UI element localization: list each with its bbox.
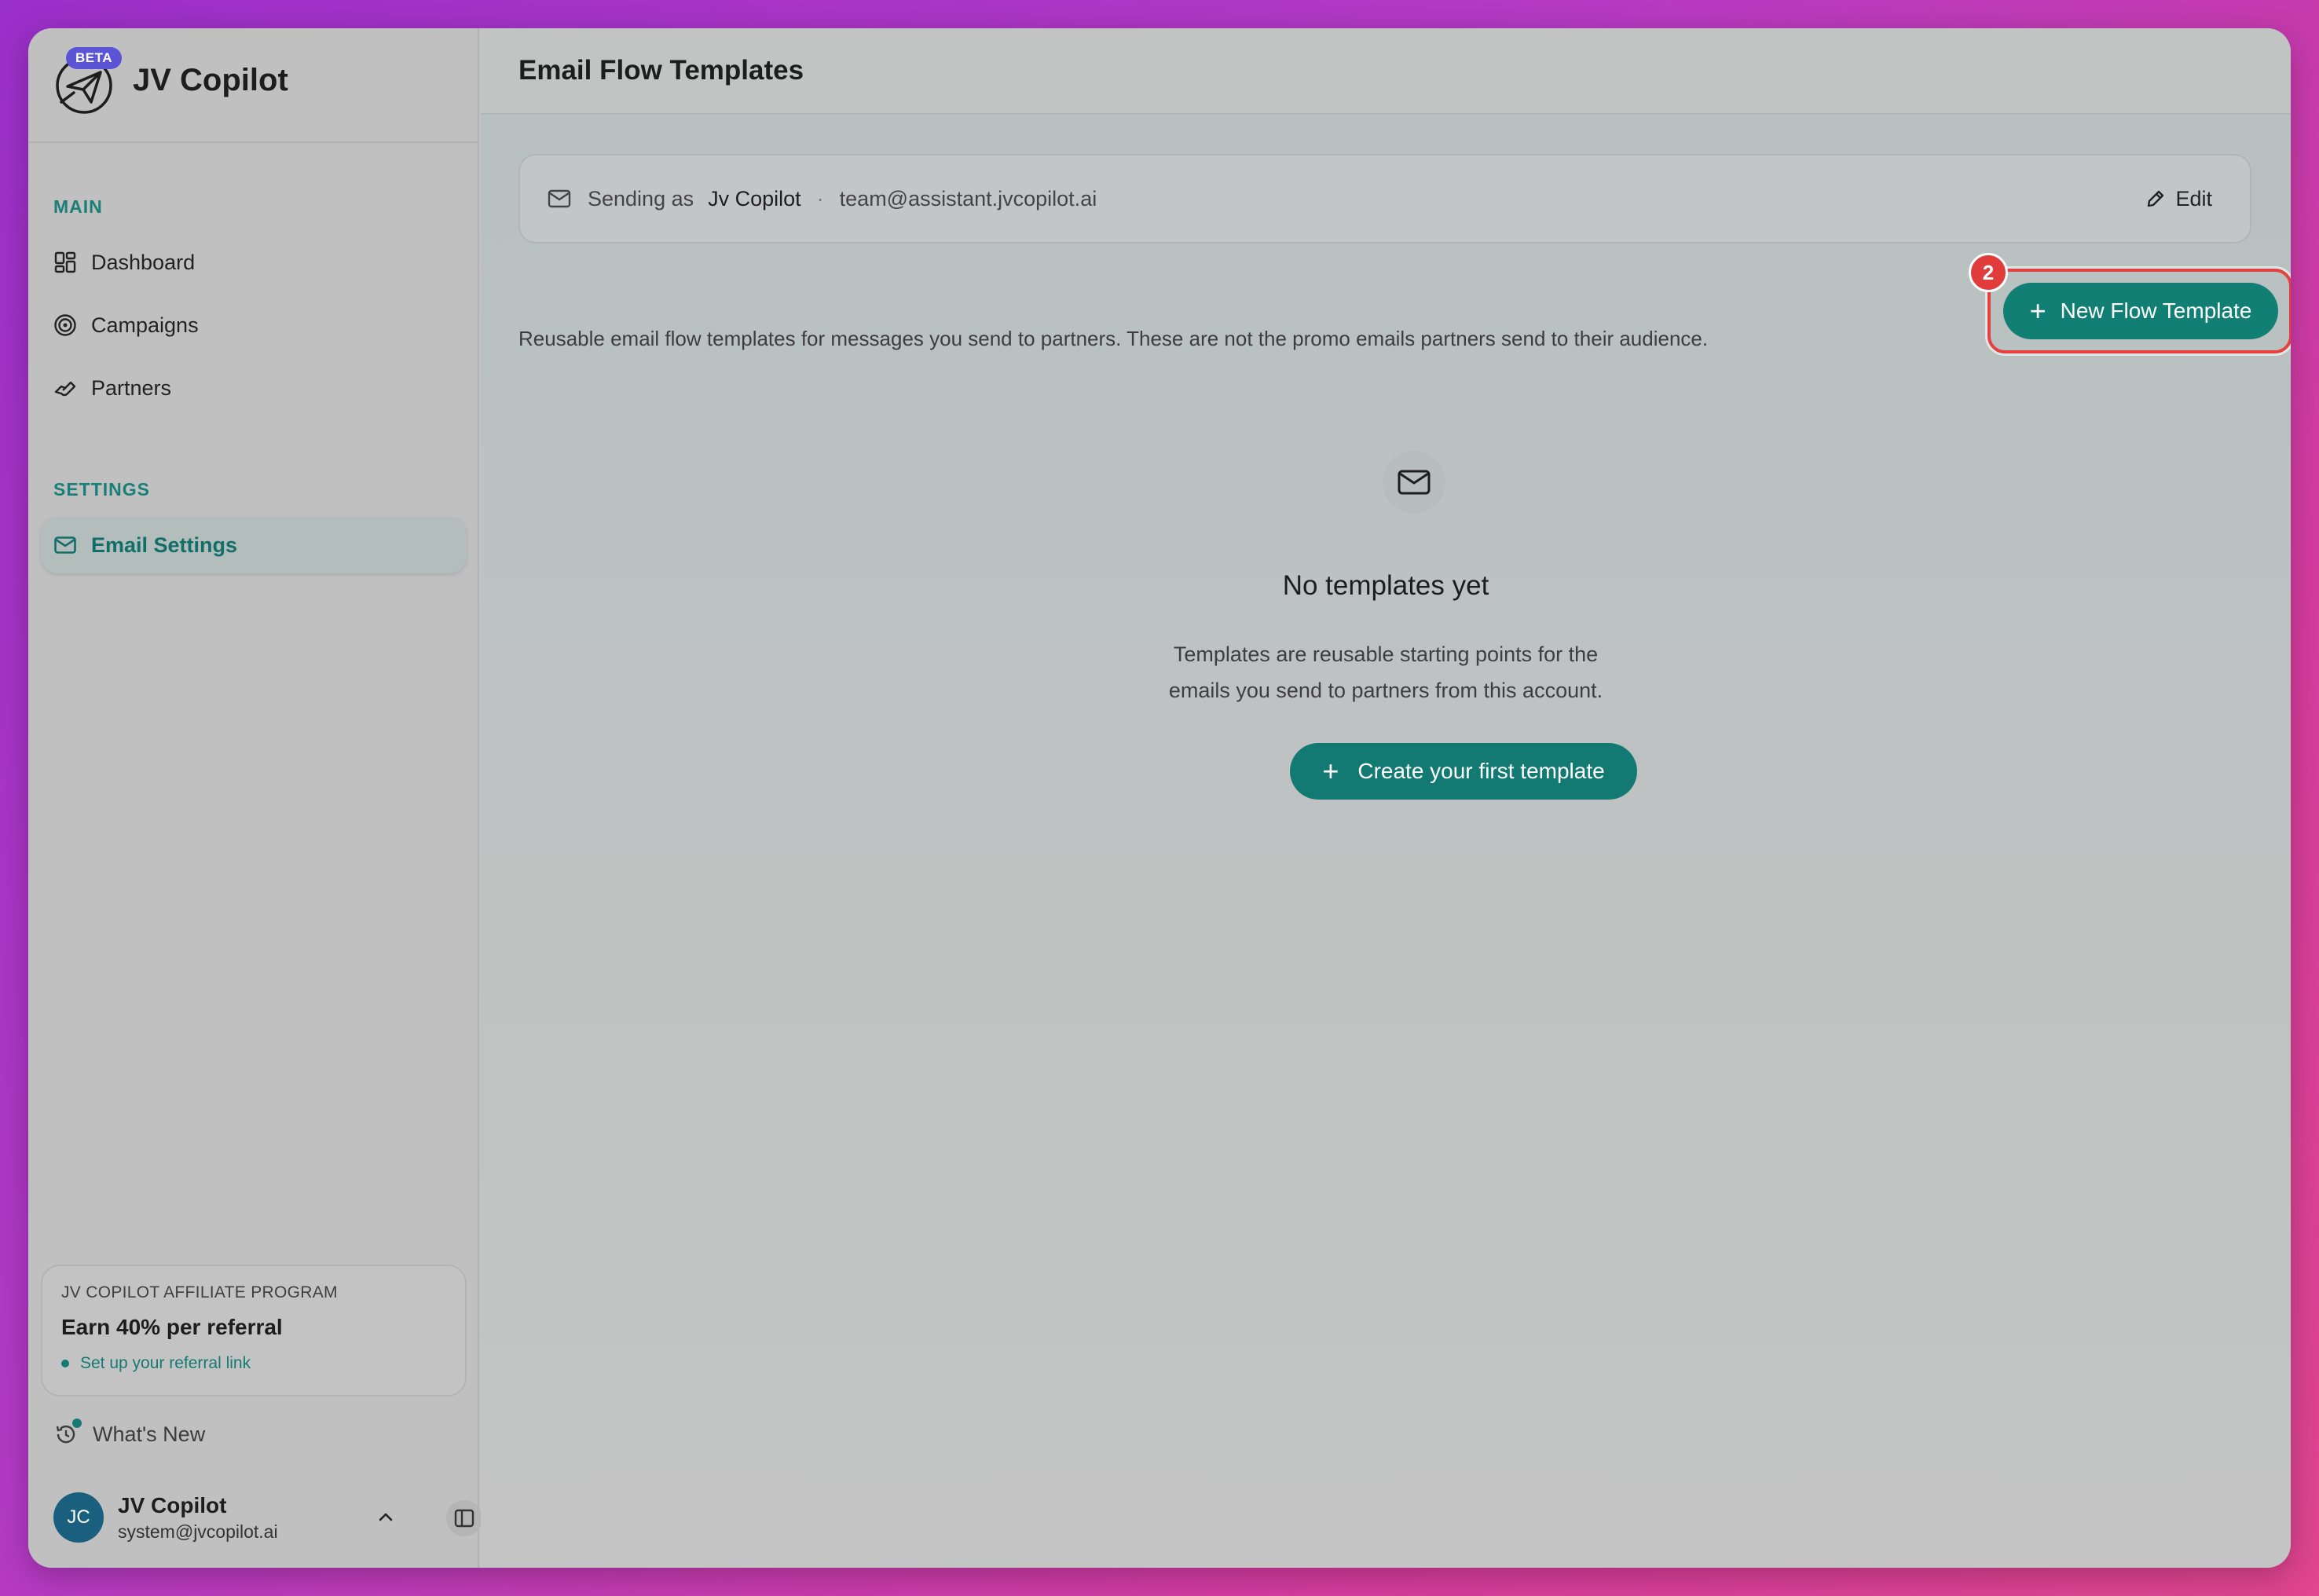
sidebar-panel-icon: [454, 1509, 474, 1528]
sender-bar: Sending as Jv Copilot · team@assistant.j…: [518, 154, 2251, 243]
sender-email: team@assistant.jvcopilot.ai: [839, 186, 1097, 210]
sidebar-toggle-button[interactable]: [446, 1500, 482, 1536]
sidebar-item-email-settings[interactable]: Email Settings: [41, 517, 467, 573]
sender-name: Jv Copilot: [708, 186, 801, 210]
edit-label: Edit: [2175, 186, 2212, 210]
beta-badge: BETA: [66, 47, 123, 69]
dot-icon: [61, 1360, 69, 1367]
history-icon: [53, 1418, 82, 1447]
sidebar-item-label: Partners: [91, 375, 172, 400]
app-window: BETA JV Copilot MAIN Dashboard Campaigns…: [28, 28, 2291, 1568]
affiliate-headline: Earn 40% per referral: [61, 1315, 283, 1339]
pencil-icon: [2148, 190, 2164, 207]
empty-state-line-1: Templates are reusable starting points f…: [1173, 642, 1599, 666]
create-first-template-button[interactable]: + Create your first template: [1290, 743, 1637, 800]
referral-link[interactable]: Set up your referral link: [61, 1354, 446, 1373]
notification-dot: [72, 1418, 82, 1428]
dashboard-icon: [53, 251, 77, 274]
sender-separator: ·: [816, 186, 824, 210]
brand-header: BETA JV Copilot: [28, 28, 478, 143]
sidebar: BETA JV Copilot MAIN Dashboard Campaigns…: [28, 28, 482, 1568]
sender-prefix: Sending as: [588, 186, 694, 210]
avatar: JC: [53, 1492, 104, 1543]
user-info: JV Copilot system@jvcopilot.ai: [118, 1493, 278, 1543]
plus-icon: +: [2029, 295, 2046, 327]
referral-link-label: Set up your referral link: [80, 1354, 251, 1372]
whats-new-link[interactable]: What's New: [53, 1418, 206, 1447]
page-description: Reusable email flow templates for messag…: [518, 327, 1709, 350]
user-menu[interactable]: JC JV Copilot system@jvcopilot.ai: [53, 1489, 482, 1546]
new-flow-template-label: New Flow Template: [2060, 298, 2252, 323]
empty-state-mail-icon: [1383, 451, 1445, 514]
mail-icon: [548, 189, 571, 208]
affiliate-title: JV COPILOT AFFILIATE PROGRAM: [61, 1283, 338, 1301]
user-email: system@jvcopilot.ai: [118, 1521, 278, 1542]
section-title-main: MAIN: [53, 196, 103, 217]
sidebar-item-label: Dashboard: [91, 250, 196, 274]
empty-state-line-2: emails you send to partners from this ac…: [1168, 679, 1603, 702]
section-title-settings: SETTINGS: [53, 479, 151, 500]
handshake-icon: [53, 376, 77, 400]
sidebar-item-partners[interactable]: Partners: [41, 360, 467, 416]
new-flow-template-button[interactable]: + New Flow Template: [2003, 283, 2278, 339]
empty-state-title: No templates yet: [1282, 570, 1489, 601]
affiliate-card[interactable]: JV COPILOT AFFILIATE PROGRAM Earn 40% pe…: [41, 1265, 467, 1396]
top-bar: Email Flow Templates: [481, 28, 2291, 115]
main-content: Email Flow Templates Sending as Jv Copil…: [481, 28, 2291, 1568]
sidebar-item-label: Email Settings: [91, 533, 238, 557]
create-first-template-label: Create your first template: [1357, 759, 1605, 783]
target-icon: [53, 313, 77, 337]
page-title: Email Flow Templates: [518, 55, 804, 86]
empty-state-text: Templates are reusable starting points f…: [481, 636, 2291, 708]
whats-new-label: What's New: [93, 1422, 206, 1446]
brand-name[interactable]: JV Copilot: [133, 63, 288, 98]
sidebar-item-dashboard[interactable]: Dashboard: [41, 234, 467, 291]
sidebar-item-campaigns[interactable]: Campaigns: [41, 297, 467, 353]
chevron-up-icon[interactable]: [374, 1505, 397, 1528]
sidebar-item-label: Campaigns: [91, 313, 199, 337]
highlight-box: + New Flow Template: [1987, 269, 2291, 353]
plus-icon: +: [1322, 755, 1339, 787]
annotation-number-badge: 2: [1969, 253, 2008, 292]
edit-sender-button[interactable]: Edit: [2144, 156, 2212, 242]
mail-icon: [53, 533, 77, 557]
user-name: JV Copilot: [118, 1492, 227, 1517]
